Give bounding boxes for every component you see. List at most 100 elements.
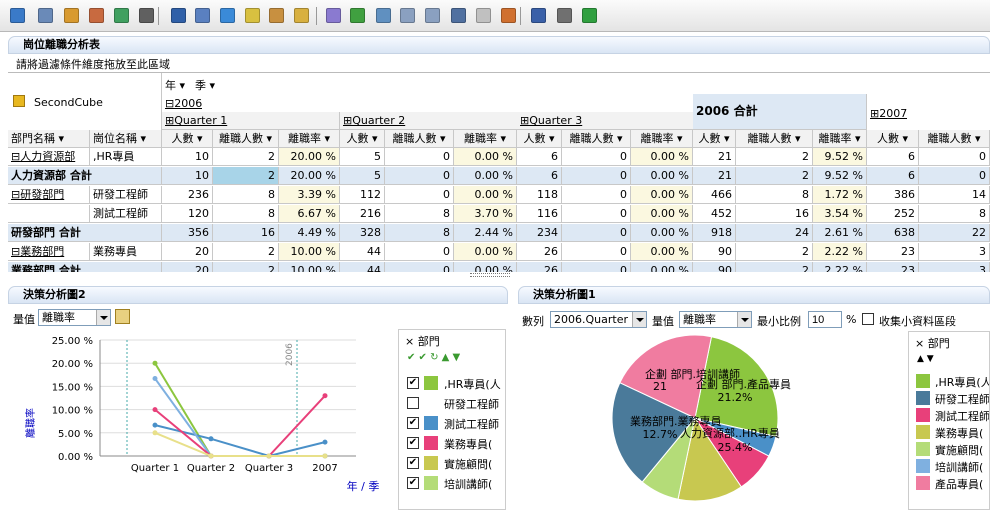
table-cell: 6 <box>867 167 919 185</box>
table-cell: 16 <box>736 205 813 223</box>
toolbar-button-icon[interactable] <box>451 8 466 23</box>
toolbar-button-icon[interactable] <box>220 8 235 23</box>
legend-checkbox[interactable] <box>407 397 419 409</box>
toolbar-button-icon[interactable] <box>501 8 516 23</box>
toolbar-button-icon[interactable] <box>38 8 53 23</box>
y-axis-label: 離職率 <box>24 408 37 438</box>
row-dept-label[interactable]: ⊟人力資源部 <box>8 148 90 166</box>
toolbar-button-icon[interactable] <box>326 8 341 23</box>
legend-checkbox[interactable]: ✔ <box>407 477 419 489</box>
toolbar-button-icon[interactable] <box>245 8 260 23</box>
toolbar-button-icon[interactable] <box>531 8 546 23</box>
measure-header[interactable]: 離職人數 ▾ <box>562 130 631 148</box>
toolbar-separator <box>520 7 521 25</box>
toolbar-button-icon[interactable] <box>195 8 210 23</box>
toolbar-button-icon[interactable] <box>89 8 104 23</box>
min-ratio-input[interactable] <box>808 311 842 328</box>
table-cell: 4.49 % <box>279 224 340 242</box>
series-select[interactable]: 2006.Quarter 1 <box>550 311 647 328</box>
legend-item-label: 實施顧問( <box>444 458 493 471</box>
measure-header[interactable]: 人數 ▾ <box>340 130 385 148</box>
legend-swatch <box>916 408 930 422</box>
table-cell: 0 <box>385 243 454 261</box>
measure-header[interactable]: 人數 ▾ <box>693 130 736 148</box>
series-label: 數列 <box>522 315 544 328</box>
chevron-down-icon[interactable] <box>632 312 646 327</box>
chart-settings-icon[interactable] <box>115 309 130 324</box>
year-2007-header[interactable]: ⊞2007 <box>870 107 907 120</box>
toolbar-separator <box>158 7 159 25</box>
measure-header[interactable]: 離職率 ▾ <box>454 130 517 148</box>
measure-header[interactable]: 離職率 ▾ <box>279 130 340 148</box>
toolbar-button-icon[interactable] <box>10 8 25 23</box>
table-cell: 356 <box>162 224 213 242</box>
measure-header[interactable]: 離職人數 ▾ <box>919 130 990 148</box>
toolbar-button-icon[interactable] <box>350 8 365 23</box>
table-cell: 2 <box>213 167 279 185</box>
toolbar-button-icon[interactable] <box>400 8 415 23</box>
measure-header[interactable]: 離職率 ▾ <box>813 130 867 148</box>
col-dim-year[interactable]: 年 ▾ <box>165 77 185 93</box>
chevron-down-icon[interactable] <box>96 310 110 325</box>
legend-toolbar[interactable]: ✔ ✔ ↻ ▲ ▼ <box>407 352 460 363</box>
y-tick-label: 15.00 % <box>52 382 93 393</box>
table-cell: 0 <box>562 167 631 185</box>
table-cell: 6 <box>517 167 562 185</box>
data-point <box>208 453 214 459</box>
toolbar-button-icon[interactable] <box>269 8 284 23</box>
table-cell: 0.00 % <box>631 148 693 166</box>
toolbar-button-icon[interactable] <box>476 8 491 23</box>
measure-header[interactable]: 離職人數 ▾ <box>736 130 813 148</box>
legend-checkbox[interactable]: ✔ <box>407 457 419 469</box>
toolbar-button-icon[interactable] <box>64 8 79 23</box>
measure-header[interactable]: 離職人數 ▾ <box>213 130 279 148</box>
row-dept-label[interactable]: ⊟研發部門 <box>8 186 90 204</box>
col-dim-quarter[interactable]: 季 ▾ <box>195 77 215 93</box>
legend-toolbar[interactable]: ▲ ▼ <box>917 354 934 364</box>
legend-item-label: ,HR專員(人 <box>935 376 990 389</box>
table-cell: 2.61 % <box>813 224 867 242</box>
table-cell: 2 <box>736 148 813 166</box>
measure-header[interactable]: 人數 ▾ <box>517 130 562 148</box>
toolbar-button-icon[interactable] <box>376 8 391 23</box>
legend-checkbox[interactable]: ✔ <box>407 437 419 449</box>
toolbar-button-icon[interactable] <box>171 8 186 23</box>
table-cell: 0.00 % <box>631 167 693 185</box>
toolbar-button-icon[interactable] <box>557 8 572 23</box>
splitter-handle[interactable] <box>470 273 510 277</box>
quarter-header[interactable]: ⊞Quarter 2 <box>340 112 518 130</box>
toolbar-button-icon[interactable] <box>425 8 440 23</box>
measure-select[interactable]: 離職率 <box>679 311 752 328</box>
toolbar-button-icon[interactable] <box>139 8 154 23</box>
data-point <box>152 407 158 413</box>
toolbar-separator <box>316 7 317 25</box>
table-cell: 2 <box>213 243 279 261</box>
table-cell: 0.00 % <box>454 243 517 261</box>
row-dept-label[interactable]: ⊟業務部門 <box>8 243 90 261</box>
table-cell: 2 <box>213 262 279 272</box>
toolbar-button-icon[interactable] <box>294 8 309 23</box>
filter-drop-zone[interactable]: 請將過濾條件維度拖放至此區域 <box>16 56 170 72</box>
toolbar-button-icon[interactable] <box>114 8 129 23</box>
row-dept-label[interactable] <box>8 205 90 223</box>
collect-small-checkbox[interactable] <box>862 313 874 325</box>
legend-checkbox[interactable]: ✔ <box>407 417 419 429</box>
table-cell: 466 <box>693 186 736 204</box>
year-2006-header[interactable]: ⊟2006 <box>165 97 202 110</box>
min-ratio-label: 最小比例 <box>757 315 801 328</box>
measure-header[interactable]: 人數 ▾ <box>867 130 919 148</box>
cube-icon <box>13 95 25 107</box>
toolbar-button-icon[interactable] <box>582 8 597 23</box>
legend-checkbox[interactable]: ✔ <box>407 377 419 389</box>
measure-header[interactable]: 離職人數 ▾ <box>385 130 454 148</box>
table-cell: 20 <box>162 262 213 272</box>
table-cell: 0.00 % <box>631 186 693 204</box>
legend-swatch <box>424 476 438 490</box>
measure-header[interactable]: 離職率 ▾ <box>631 130 693 148</box>
measure-select[interactable]: 離職率 <box>38 309 111 326</box>
quarter-header[interactable]: ⊞Quarter 3 <box>517 112 695 130</box>
quarter-header[interactable]: ⊞Quarter 1 <box>162 112 340 130</box>
measure-header[interactable]: 人數 ▾ <box>162 130 213 148</box>
legend-panel-chart1: × 部門 ▲ ▼ ,HR專員(人 研發工程師 測試工程師 業務專員(實施顧問(培訓講師(產… <box>908 331 990 510</box>
chevron-down-icon[interactable] <box>737 312 751 327</box>
